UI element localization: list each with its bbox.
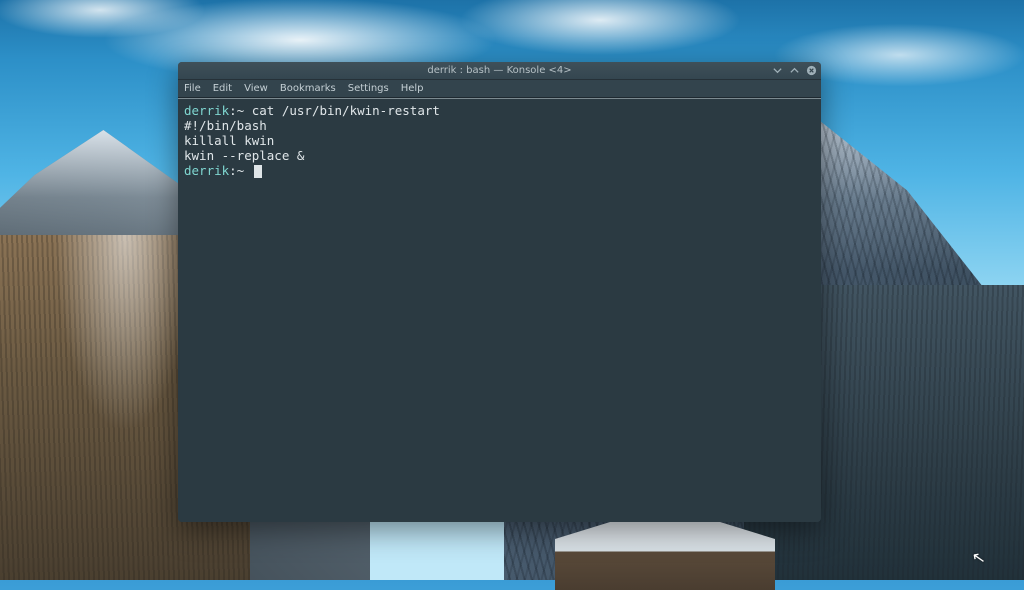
menu-file[interactable]: File — [184, 83, 201, 94]
minimize-button[interactable] — [771, 64, 783, 76]
window-titlebar[interactable]: derrik : bash — Konsole <4> — [178, 62, 821, 80]
menu-edit[interactable]: Edit — [213, 83, 232, 94]
menu-settings[interactable]: Settings — [348, 83, 389, 94]
konsole-window[interactable]: derrik : bash — Konsole <4> File Edit Vi… — [178, 62, 821, 522]
menu-help[interactable]: Help — [401, 83, 424, 94]
menu-bar: File Edit View Bookmarks Settings Help — [178, 80, 821, 98]
terminal-output-line: #!/bin/bash — [184, 118, 267, 133]
chevron-up-icon — [789, 65, 800, 76]
prompt-user: derrik — [184, 103, 229, 118]
close-button[interactable] — [805, 64, 817, 76]
window-controls — [771, 64, 817, 76]
terminal-viewport[interactable]: derrik:~ cat /usr/bin/kwin-restart #!/bi… — [178, 98, 821, 522]
window-title: derrik : bash — Konsole <4> — [427, 65, 571, 76]
terminal-cursor — [254, 165, 262, 178]
terminal-output-line: kwin --replace & — [184, 148, 304, 163]
prompt-user: derrik — [184, 163, 229, 178]
prompt-sep: :~ — [229, 103, 244, 118]
chevron-down-icon — [772, 65, 783, 76]
terminal-command: cat /usr/bin/kwin-restart — [252, 103, 440, 118]
prompt-sep: :~ — [229, 163, 244, 178]
menu-view[interactable]: View — [244, 83, 268, 94]
menu-bookmarks[interactable]: Bookmarks — [280, 83, 336, 94]
close-icon — [806, 65, 817, 76]
terminal-output-line: killall kwin — [184, 133, 274, 148]
maximize-button[interactable] — [788, 64, 800, 76]
